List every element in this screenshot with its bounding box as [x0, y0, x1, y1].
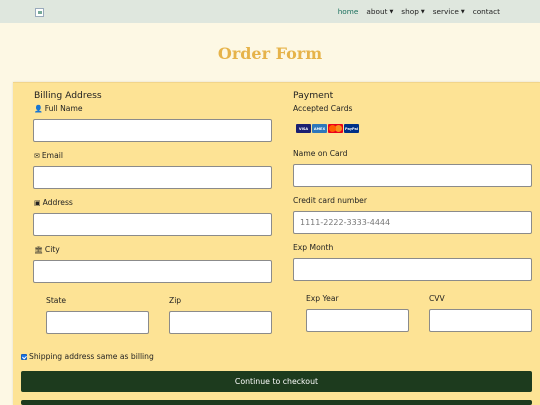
email-label: ✉ Email	[34, 151, 63, 160]
exp-month-label: Exp Month	[293, 243, 334, 252]
caret-down-icon: ▼	[460, 9, 465, 15]
envelope-icon: ✉	[34, 152, 40, 160]
nav-item-shop[interactable]: shop ▼	[401, 7, 424, 16]
navbar: home about ▼ shop ▼ service ▼ contact	[0, 0, 540, 23]
nav-item-service[interactable]: service ▼	[433, 7, 465, 16]
visa-card-icon: VISA	[296, 124, 311, 133]
nav-service-label: service	[432, 7, 459, 16]
caret-down-icon: ▼	[420, 9, 425, 15]
page-title: Order Form	[217, 44, 323, 63]
caret-down-icon: ▼	[389, 9, 394, 15]
institution-icon: 🏛	[34, 246, 43, 254]
city-label-text: City	[44, 245, 60, 254]
shipping-same-row[interactable]: Shipping address same as billing	[21, 352, 154, 361]
full-name-input[interactable]	[33, 119, 272, 142]
cvv-label: CVV	[429, 294, 445, 303]
cvv-input[interactable]	[429, 309, 532, 332]
address-input[interactable]	[33, 213, 272, 236]
email-input[interactable]	[33, 166, 272, 189]
zip-input[interactable]	[169, 311, 272, 334]
mastercard-card-icon	[328, 124, 343, 133]
accepted-cards: VISA AMEX PayPal	[296, 124, 359, 133]
paypal-card-icon: PayPal	[344, 124, 359, 133]
logo-broken-image-icon[interactable]	[35, 8, 44, 17]
card-number-input[interactable]	[293, 211, 532, 234]
name-on-card-label: Name on Card	[293, 149, 348, 158]
nav-shop-label: shop	[401, 7, 419, 16]
billing-section-title: Billing Address	[34, 90, 102, 101]
nav-menu: home about ▼ shop ▼ service ▼ contact	[338, 7, 500, 16]
continue-to-checkout-button[interactable]: Continue to checkout	[21, 371, 532, 392]
email-label-text: Email	[41, 151, 63, 160]
nav-about-label: about	[366, 7, 388, 16]
shipping-same-label: Shipping address same as billing	[29, 352, 154, 361]
amex-card-icon: AMEX	[312, 124, 327, 133]
accepted-cards-label: Accepted Cards	[293, 104, 353, 113]
name-on-card-input[interactable]	[293, 164, 532, 187]
nav-contact-label: contact	[472, 7, 500, 16]
state-input[interactable]	[46, 311, 149, 334]
address-label: ▣ Address	[34, 198, 73, 207]
full-name-label-text: Full Name	[44, 104, 83, 113]
shipping-same-checkbox[interactable]	[21, 353, 27, 360]
user-icon: 👤	[34, 105, 43, 113]
exp-year-label: Exp Year	[306, 294, 339, 303]
city-label: 🏛 City	[34, 245, 60, 254]
address-label-text: Address	[42, 198, 73, 207]
nav-item-about[interactable]: about ▼	[366, 7, 393, 16]
zip-label: Zip	[169, 296, 182, 305]
exp-year-input[interactable]	[306, 309, 409, 332]
state-label: State	[46, 296, 67, 305]
card-number-label: Credit card number	[293, 196, 367, 205]
address-card-icon: ▣	[34, 199, 41, 207]
secondary-button-partial[interactable]	[21, 400, 532, 405]
payment-section-title: Payment	[293, 90, 334, 101]
city-input[interactable]	[33, 260, 272, 283]
nav-item-contact[interactable]: contact	[473, 7, 500, 16]
full-name-label: 👤 Full Name	[34, 104, 83, 113]
nav-item-home[interactable]: home	[338, 7, 359, 16]
exp-month-input[interactable]	[293, 258, 532, 281]
nav-home-label: home	[337, 7, 359, 16]
